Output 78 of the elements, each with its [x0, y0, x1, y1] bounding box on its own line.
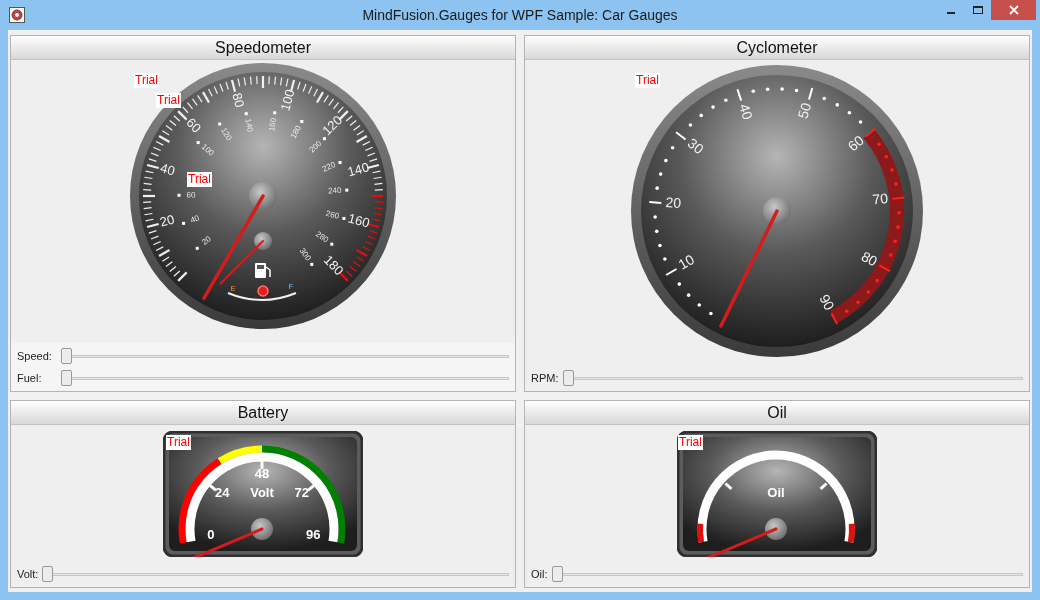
trial-badge: Trial	[156, 93, 181, 108]
window-title: MindFusion.Gauges for WPF Sample: Car Gauges	[362, 5, 678, 25]
scale-label: 120	[319, 112, 346, 139]
slider-label: Speed:	[17, 348, 53, 364]
scale-label: 180	[320, 252, 347, 279]
panel-title: Speedometer	[214, 37, 312, 58]
needle-hub	[765, 518, 787, 540]
close-icon	[1008, 5, 1019, 15]
scale-label: 220	[320, 160, 337, 174]
close-button[interactable]	[991, 0, 1036, 20]
slider-label: RPM:	[531, 370, 559, 386]
gauge-unit: Volt	[250, 485, 274, 500]
needle-hub	[249, 182, 277, 210]
scale-label: 200	[307, 138, 324, 155]
scale-label: 60	[186, 190, 196, 200]
slider-thumb[interactable]	[61, 370, 72, 386]
scale-label: 260	[324, 208, 341, 221]
warning-light	[257, 285, 269, 297]
fuel-scale	[227, 292, 297, 301]
scale-label: 90	[816, 291, 838, 313]
slider[interactable]	[42, 565, 509, 583]
scale-label: 60	[183, 114, 205, 136]
scale-label: 140	[345, 159, 371, 180]
scale-label: 60	[844, 132, 867, 155]
scale-label: 24	[214, 484, 230, 500]
app-icon	[9, 7, 25, 23]
scale-label: 72	[294, 484, 310, 500]
scale-label: 70	[871, 190, 889, 208]
maximize-icon	[972, 6, 983, 14]
scale-label: 280	[314, 229, 331, 245]
scale-label: 120	[218, 126, 234, 143]
scale-label: 50	[794, 101, 815, 121]
scale-label: 40	[189, 213, 201, 225]
panel-title: Battery	[237, 402, 289, 423]
panel-title: Cyclometer	[736, 37, 818, 58]
slider-thumb[interactable]	[42, 566, 54, 582]
gauge-unit: Oil	[767, 485, 785, 500]
needle-hub	[763, 197, 791, 225]
trial-badge: Trial	[678, 435, 703, 450]
scale-label: 80	[858, 247, 881, 270]
scale-label: 20	[158, 211, 177, 230]
scale-label: 20	[665, 193, 682, 211]
needle-hub	[251, 518, 273, 540]
scale-label: 100	[199, 142, 216, 158]
scale-label: 160	[346, 210, 372, 231]
scale-label: 96	[306, 527, 321, 543]
scale-label: 20	[200, 234, 213, 247]
scale-label: 100	[277, 87, 298, 113]
scale-label: 300	[297, 246, 313, 263]
minimize-icon	[946, 11, 955, 14]
scale-label: 30	[684, 134, 707, 158]
slider[interactable]	[551, 565, 1023, 583]
slider-label: Volt:	[17, 566, 39, 582]
scale-label: 140	[243, 117, 255, 133]
needle-hub	[254, 232, 272, 250]
scale-label: 0	[207, 527, 215, 543]
scale-label: 10	[675, 251, 698, 273]
trial-badge: Trial	[635, 73, 660, 88]
slider-label: Oil:	[531, 566, 548, 582]
slider-label: Fuel:	[17, 370, 43, 386]
panel-title: Oil	[767, 402, 787, 423]
trial-badge: Trial	[166, 435, 191, 450]
scale-label: 40	[158, 160, 177, 179]
slider-thumb[interactable]	[61, 348, 72, 364]
trial-badge: Trial	[134, 73, 159, 88]
scale-label: 160	[267, 117, 278, 132]
fuel-pump-icon	[255, 263, 271, 278]
slider[interactable]	[61, 347, 509, 365]
slider[interactable]	[61, 369, 509, 387]
scale-label: 48	[254, 466, 270, 481]
scale-label: 240	[327, 185, 342, 196]
slider-thumb[interactable]	[562, 370, 574, 386]
slider-thumb[interactable]	[551, 566, 563, 582]
scale-label: 180	[288, 123, 303, 140]
trial-badge: Trial	[187, 172, 212, 187]
scale-label: 40	[736, 101, 757, 122]
slider[interactable]	[562, 369, 1023, 387]
scale-label: 80	[229, 91, 248, 110]
